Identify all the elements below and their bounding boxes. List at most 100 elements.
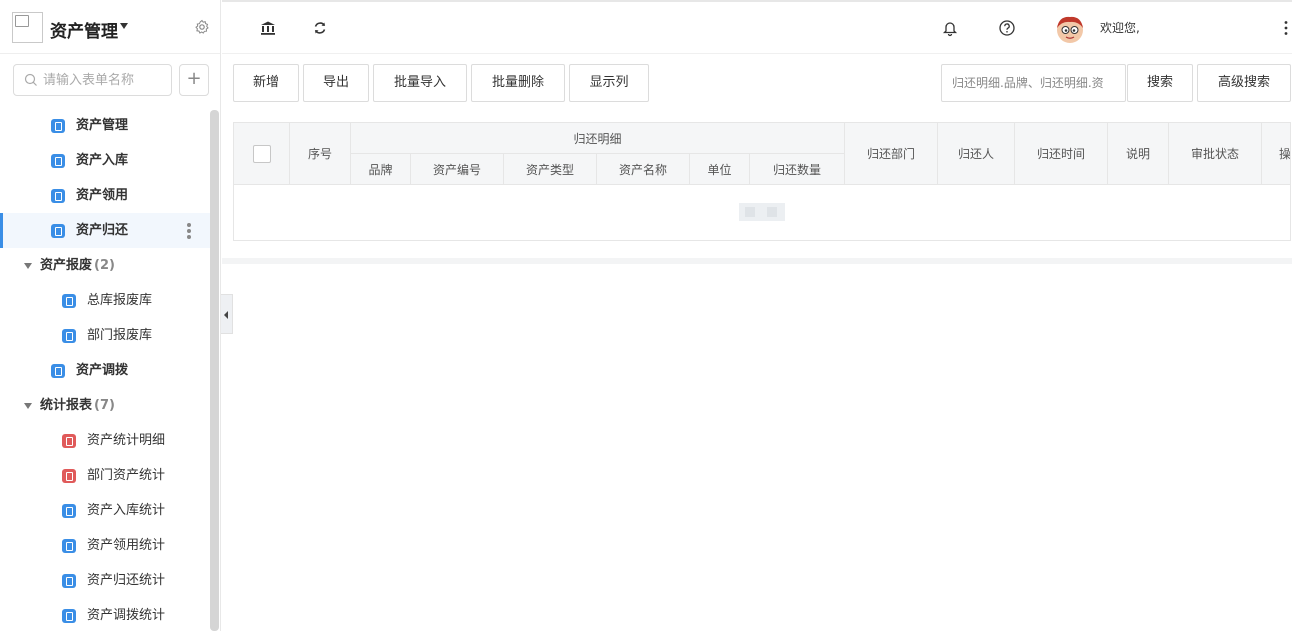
more-options-icon[interactable] [186,223,192,239]
sidebar-group-reports[interactable]: 统计报表 (7) [0,388,210,423]
sidebar-item-return-stat[interactable]: 资产归还统计 [0,563,210,598]
form-icon [62,609,76,623]
select-all-checkbox[interactable] [252,144,271,163]
column-header-actions[interactable]: 操 [1262,123,1290,185]
form-icon [62,294,76,308]
form-icon [62,329,76,343]
sidebar-item-asset-return[interactable]: 资产归还 [0,213,210,248]
sidebar-scrollbar[interactable] [210,110,219,631]
quick-search-input[interactable]: 归还明细.品牌、归还明细.资 [941,64,1126,102]
form-icon [51,364,65,378]
sidebar-item-label: 部门报废库 [87,328,153,343]
column-header-asset-code[interactable]: 资产编号 [411,154,504,185]
sidebar-group-asset-scrap[interactable]: 资产报废 (2) [0,248,210,283]
form-icon [62,539,76,553]
data-table: 序号 归还明细 品牌 资产编号 资产类型 资产名称 单位 归还数量 归还部门 归… [233,122,1291,241]
toolbar: 新增 导出 批量导入 批量删除 显示列 归还明细.品牌、归还明细.资 搜索 高级… [222,54,1292,112]
sidebar-item-transfer-stat[interactable]: 资产调拨统计 [0,598,210,631]
column-header-approval-status[interactable]: 审批状态 [1169,123,1262,185]
sidebar-item-central-scrap[interactable]: 总库报废库 [0,283,210,318]
sidebar-item-asset-requisition[interactable]: 资产领用 [0,178,210,213]
column-header-unit[interactable]: 单位 [690,154,750,185]
add-button[interactable]: 新增 [233,64,299,102]
batch-import-button[interactable]: 批量导入 [373,64,467,102]
sidebar-item-asset-inbound[interactable]: 资产入库 [0,143,210,178]
search-button[interactable]: 搜索 [1127,64,1193,102]
batch-delete-button[interactable]: 批量删除 [471,64,565,102]
group-name: 统计报表 [40,398,93,413]
column-header-seq[interactable]: 序号 [290,123,351,185]
welcome-text: 欢迎您, [1100,21,1140,35]
sidebar-item-label: 资产调拨统计 [87,608,166,623]
column-header-brand[interactable]: 品牌 [351,154,411,185]
column-header-asset-name[interactable]: 资产名称 [597,154,690,185]
more-icon[interactable] [1277,19,1292,37]
add-form-button[interactable]: + [179,64,209,96]
sidebar-item-requisition-stat[interactable]: 资产领用统计 [0,528,210,563]
gear-icon[interactable] [194,19,210,35]
column-group-header: 归还明细 [351,123,845,154]
app-logo [12,12,43,43]
caret-down-icon[interactable] [24,403,32,409]
content-divider [222,258,1292,264]
sidebar-item-label: 总库报废库 [87,293,153,308]
top-bar: 欢迎您, [222,0,1292,54]
search-icon [24,73,37,86]
sidebar-group-label: 统计报表 (7) [40,388,115,423]
sidebar-group-label: 资产报废 (2) [40,248,115,283]
caret-down-icon[interactable] [24,263,32,269]
sidebar-menu: 资产管理 资产入库 资产领用 资产归还 资产报废 (2) 总库报废库 部门报废库… [0,108,210,631]
column-header-returner[interactable]: 归还人 [938,123,1015,185]
sidebar-item-label: 资产统计明细 [87,433,166,448]
group-count: (2) [94,258,115,273]
column-header-return-dept[interactable]: 归还部门 [845,123,938,185]
sidebar-item-label: 部门资产统计 [87,468,166,483]
bank-icon[interactable] [259,19,277,37]
table-header: 序号 归还明细 品牌 资产编号 资产类型 资产名称 单位 归还数量 归还部门 归… [234,123,1290,185]
refresh-icon[interactable] [311,19,329,37]
report-icon [62,469,76,483]
sidebar-item-label: 资产领用 [76,188,129,203]
sidebar-item-inbound-stat[interactable]: 资产入库统计 [0,493,210,528]
sidebar-item-label: 资产归还 [76,223,129,238]
avatar[interactable] [1054,13,1086,45]
sidebar-collapse-handle[interactable] [221,294,233,334]
form-search-input[interactable] [43,70,168,90]
sidebar-item-asset-transfer[interactable]: 资产调拨 [0,353,210,388]
group-name: 资产报废 [40,258,93,273]
sidebar-item-dept-scrap[interactable]: 部门报废库 [0,318,210,353]
column-header-return-time[interactable]: 归还时间 [1015,123,1108,185]
loading-placeholder [739,203,785,221]
bell-icon[interactable] [941,19,959,37]
column-header-return-qty[interactable]: 归还数量 [750,154,845,185]
sidebar-item-label: 资产调拨 [76,363,129,378]
sidebar-item-label: 资产入库 [76,153,129,168]
help-icon[interactable] [998,19,1016,37]
sidebar-item-dept-asset-stat[interactable]: 部门资产统计 [0,458,210,493]
show-columns-button[interactable]: 显示列 [569,64,649,102]
sidebar-item-asset-management[interactable]: 资产管理 [0,108,210,143]
sidebar-item-asset-stat-detail[interactable]: 资产统计明细 [0,423,210,458]
app-root: 资产管理 + 资产管理 资产入库 [0,0,1292,631]
group-count: (7) [94,398,115,413]
form-icon [51,154,65,168]
report-icon [62,434,76,448]
form-icon [62,574,76,588]
column-header-asset-type[interactable]: 资产类型 [504,154,597,185]
export-button[interactable]: 导出 [303,64,369,102]
select-all-cell [234,123,290,185]
form-icon [51,189,65,203]
column-header-description[interactable]: 说明 [1108,123,1169,185]
form-search-box [13,64,172,96]
app-title[interactable]: 资产管理 [50,17,118,42]
chevron-down-icon[interactable] [120,23,128,29]
form-icon [62,504,76,518]
sidebar: 资产管理 + 资产管理 资产入库 [0,0,221,631]
form-icon [51,119,65,133]
sidebar-item-label: 资产领用统计 [87,538,166,553]
form-icon [51,224,65,238]
sidebar-item-label: 资产归还统计 [87,573,166,588]
sidebar-header: 资产管理 [0,0,220,54]
advanced-search-button[interactable]: 高级搜索 [1197,64,1291,102]
sidebar-item-label: 资产管理 [76,118,129,133]
